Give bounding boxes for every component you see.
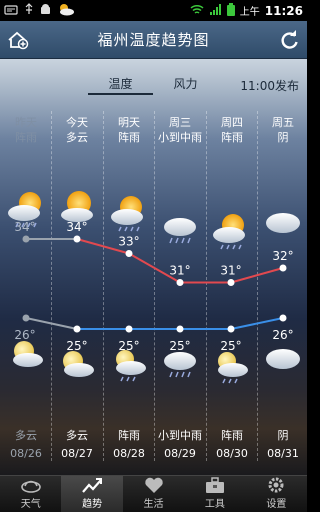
night-weather: 阴 — [277, 429, 289, 442]
title-bar: 福州温度趋势图 — [0, 21, 307, 59]
data-label: 34° — [14, 220, 35, 234]
data-point — [22, 314, 30, 322]
temperature-chart: 34° 34°33°31° 31°32° 26°25° 25° 25° 25°26° — [8, 191, 300, 384]
data-point — [22, 235, 30, 243]
nav-label: 设置 — [266, 499, 287, 510]
night-weather: 阵雨 — [118, 429, 140, 442]
high-temp-series: 34° 34° 33° 31° 31° 32° — [14, 220, 294, 286]
date-row: 08/26 08/27 08/28 08/29 08/30 08/31 — [0, 447, 307, 463]
nav-weather[interactable]: 天气 — [0, 476, 61, 512]
data-point — [125, 250, 133, 257]
home-add-icon[interactable] — [6, 28, 30, 52]
nav-tools[interactable]: 工具 — [184, 476, 245, 512]
sun-cloud-rain-icon — [213, 214, 245, 250]
data-point — [227, 325, 235, 333]
date-label: 08/28 — [113, 447, 145, 460]
data-point — [227, 279, 235, 286]
cloud-rain-icon — [164, 352, 196, 378]
date-label: 08/31 — [267, 447, 299, 460]
night-weather: 多云 — [15, 429, 37, 442]
data-point — [125, 325, 133, 333]
status-time: 11:26 — [264, 3, 303, 18]
nav-life[interactable]: 生活 — [123, 476, 184, 512]
data-label: 25° — [220, 339, 241, 353]
bottom-nav: 天气 趋势 生活 工具 设置 — [0, 475, 307, 512]
data-label: 32° — [272, 249, 293, 263]
wifi-icon — [190, 4, 204, 18]
night-weather: 阵雨 — [221, 429, 243, 442]
date-label: 08/30 — [216, 447, 248, 460]
battery-icon — [226, 2, 235, 19]
toolbox-icon — [205, 477, 224, 493]
nav-label: 生活 — [143, 499, 164, 510]
cloud-icon — [266, 213, 300, 233]
android-icon — [40, 3, 51, 18]
data-point — [73, 235, 81, 243]
usb-icon — [24, 3, 34, 18]
signal-icon — [209, 3, 222, 18]
heart-icon — [144, 477, 163, 493]
refresh-icon[interactable] — [277, 28, 301, 52]
moon-cloud-rain-icon — [218, 352, 248, 384]
weather-app-icon — [57, 3, 75, 19]
data-point — [176, 325, 184, 333]
moon-cloud-rain-icon — [116, 350, 146, 382]
gear-icon — [268, 477, 284, 493]
notification-icon — [4, 4, 18, 18]
date-label: 08/29 — [164, 447, 196, 460]
data-label: 33° — [118, 235, 139, 249]
nav-trend[interactable]: 趋势 — [61, 476, 123, 512]
nav-label: 工具 — [204, 499, 225, 510]
data-label: 26° — [14, 328, 35, 342]
cloud-rain-icon — [164, 218, 196, 244]
data-label: 31° — [220, 264, 241, 278]
nav-label: 趋势 — [82, 499, 103, 510]
trend-chart-icon — [82, 478, 103, 493]
date-label: 08/26 — [10, 447, 42, 460]
data-label: 25° — [66, 339, 87, 353]
moon-cloud-icon — [13, 341, 43, 367]
page-title: 福州温度趋势图 — [97, 31, 210, 49]
status-bar: 上午 11:26 — [0, 0, 307, 21]
night-weather: 小到中雨 — [158, 429, 202, 442]
low-temp-series: 26°25° 25° 25° 25°26° — [14, 314, 294, 353]
data-point — [279, 314, 287, 322]
data-label: 31° — [169, 264, 190, 278]
cloud-swirl-icon — [20, 480, 41, 493]
status-ampm: 上午 — [239, 7, 260, 18]
date-label: 08/27 — [61, 447, 93, 460]
data-label: 34° — [66, 220, 87, 234]
trend-panel: 温度 风力 11:00发布 昨天 阵雨 今天 多云 明天 阵雨 周三 小到中雨 … — [0, 59, 307, 475]
cloud-icon — [266, 349, 300, 369]
data-point — [176, 279, 184, 286]
nav-label: 天气 — [20, 499, 41, 510]
moon-cloud-icon — [63, 351, 94, 377]
nav-settings[interactable]: 设置 — [246, 476, 307, 512]
night-weather-row: 多云 多云 阵雨 小到中雨 阵雨 阴 — [0, 427, 307, 443]
data-label: 25° — [169, 339, 190, 353]
data-point — [73, 325, 81, 333]
night-weather: 多云 — [66, 429, 88, 442]
data-point — [279, 264, 287, 272]
data-label: 26° — [272, 328, 293, 342]
sun-cloud-icon — [61, 191, 93, 222]
sun-cloud-rain-icon — [111, 196, 143, 232]
